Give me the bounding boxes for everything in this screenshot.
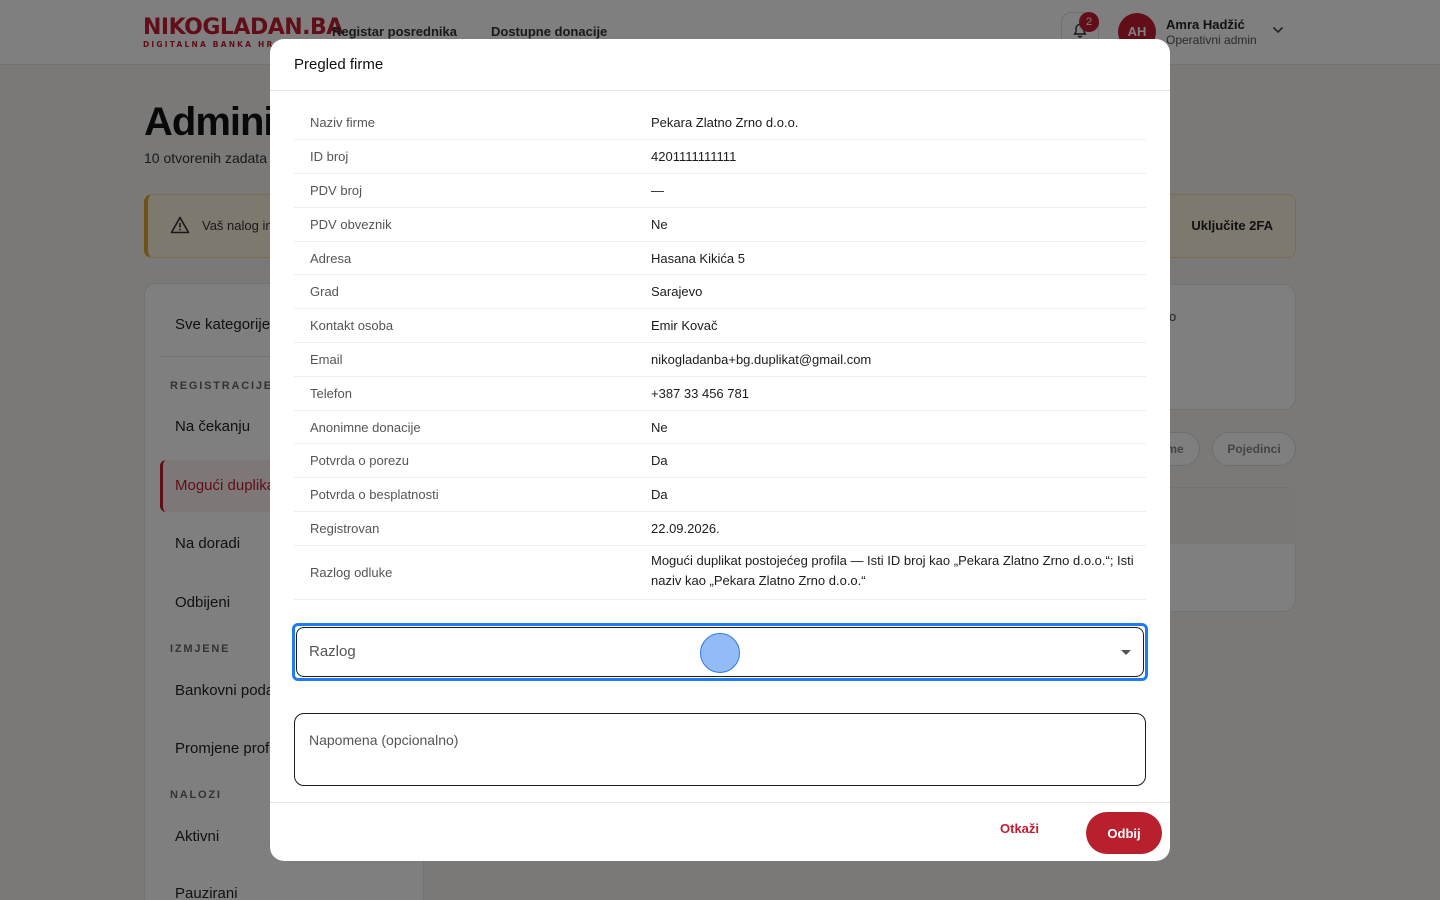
detail-label: Potvrda o porezu: [310, 453, 410, 468]
detail-row: ID broj 4201111111111: [294, 140, 1146, 174]
detail-value: +387 33 456 781: [651, 386, 749, 401]
detail-label: Telefon: [310, 386, 352, 401]
detail-value: Emir Kovač: [651, 318, 718, 333]
detail-row: Anonimne donacije Ne: [294, 411, 1146, 444]
detail-row: Telefon +387 33 456 781: [294, 377, 1146, 411]
detail-value: Ne: [651, 420, 668, 435]
detail-row: Potvrda o porezu Da: [294, 444, 1146, 478]
detail-row: Grad Sarajevo: [294, 275, 1146, 309]
detail-value: —: [651, 183, 664, 198]
detail-value: Hasana Kikića 5: [651, 251, 745, 266]
detail-label: Registrovan: [310, 521, 380, 536]
detail-row: PDV obveznik Ne: [294, 208, 1146, 242]
detail-value: Pekara Zlatno Zrno d.o.o.: [651, 115, 799, 130]
detail-row: Adresa Hasana Kikića 5: [294, 242, 1146, 275]
detail-row: Kontakt osoba Emir Kovač: [294, 309, 1146, 343]
detail-label: ID broj: [310, 149, 349, 164]
detail-label: PDV broj: [310, 183, 363, 198]
detail-label: Email: [310, 352, 343, 367]
detail-row: Razlog odluke Mogući duplikat postojećeg …: [294, 546, 1146, 600]
detail-label: Potvrda o besplatnosti: [310, 487, 439, 502]
detail-value: Sarajevo: [651, 284, 703, 299]
dialog-title: Pregled firme: [294, 56, 384, 73]
detail-value: 4201111111111: [651, 149, 737, 164]
detail-label: Razlog odluke: [310, 565, 393, 580]
detail-label: Adresa: [310, 251, 352, 266]
note-placeholder: Napomena (opcionalno): [309, 732, 459, 748]
detail-label: Naziv firme: [310, 115, 376, 130]
detail-value: Da: [651, 453, 668, 468]
detail-label: Anonimne donacije: [310, 420, 421, 435]
company-details-list: Naziv firme Pekara Zlatno Zrno d.o.o. ID b…: [294, 106, 1146, 600]
pointer-cursor: [700, 633, 740, 673]
detail-value: nikogladanba+bg.duplikat@gmail.com: [651, 352, 872, 367]
detail-value: Mogući duplikat postojećeg profila — Ist…: [651, 553, 1134, 588]
detail-row: Potvrda o besplatnosti Da: [294, 478, 1146, 512]
detail-label: Kontakt osoba: [310, 318, 394, 333]
dropdown-arrow-icon: [1121, 650, 1131, 655]
detail-value: 22.09.2026.: [651, 521, 720, 536]
note-textarea[interactable]: Napomena (opcionalno): [294, 713, 1146, 786]
detail-value: Da: [651, 487, 668, 502]
reason-select-label: Razlog: [309, 643, 356, 660]
detail-row: Naziv firme Pekara Zlatno Zrno d.o.o.: [294, 106, 1146, 140]
dialog-footer: Otkaži Odbij: [270, 802, 1170, 861]
detail-label: PDV obveznik: [310, 217, 392, 232]
detail-label: Grad: [310, 284, 339, 299]
detail-row: Registrovan 22.09.2026.: [294, 512, 1146, 546]
company-review-dialog: Pregled firme Naziv firme Pekara Zlatno Z…: [270, 39, 1170, 861]
dialog-header: Pregled firme: [270, 39, 1170, 91]
reject-button[interactable]: Odbij: [1086, 812, 1162, 854]
cancel-button[interactable]: Otkaži: [1000, 821, 1039, 836]
detail-row: Email nikogladanba+bg.duplikat@gmail.com: [294, 343, 1146, 377]
detail-value: Ne: [651, 217, 668, 232]
detail-row: PDV broj —: [294, 174, 1146, 208]
